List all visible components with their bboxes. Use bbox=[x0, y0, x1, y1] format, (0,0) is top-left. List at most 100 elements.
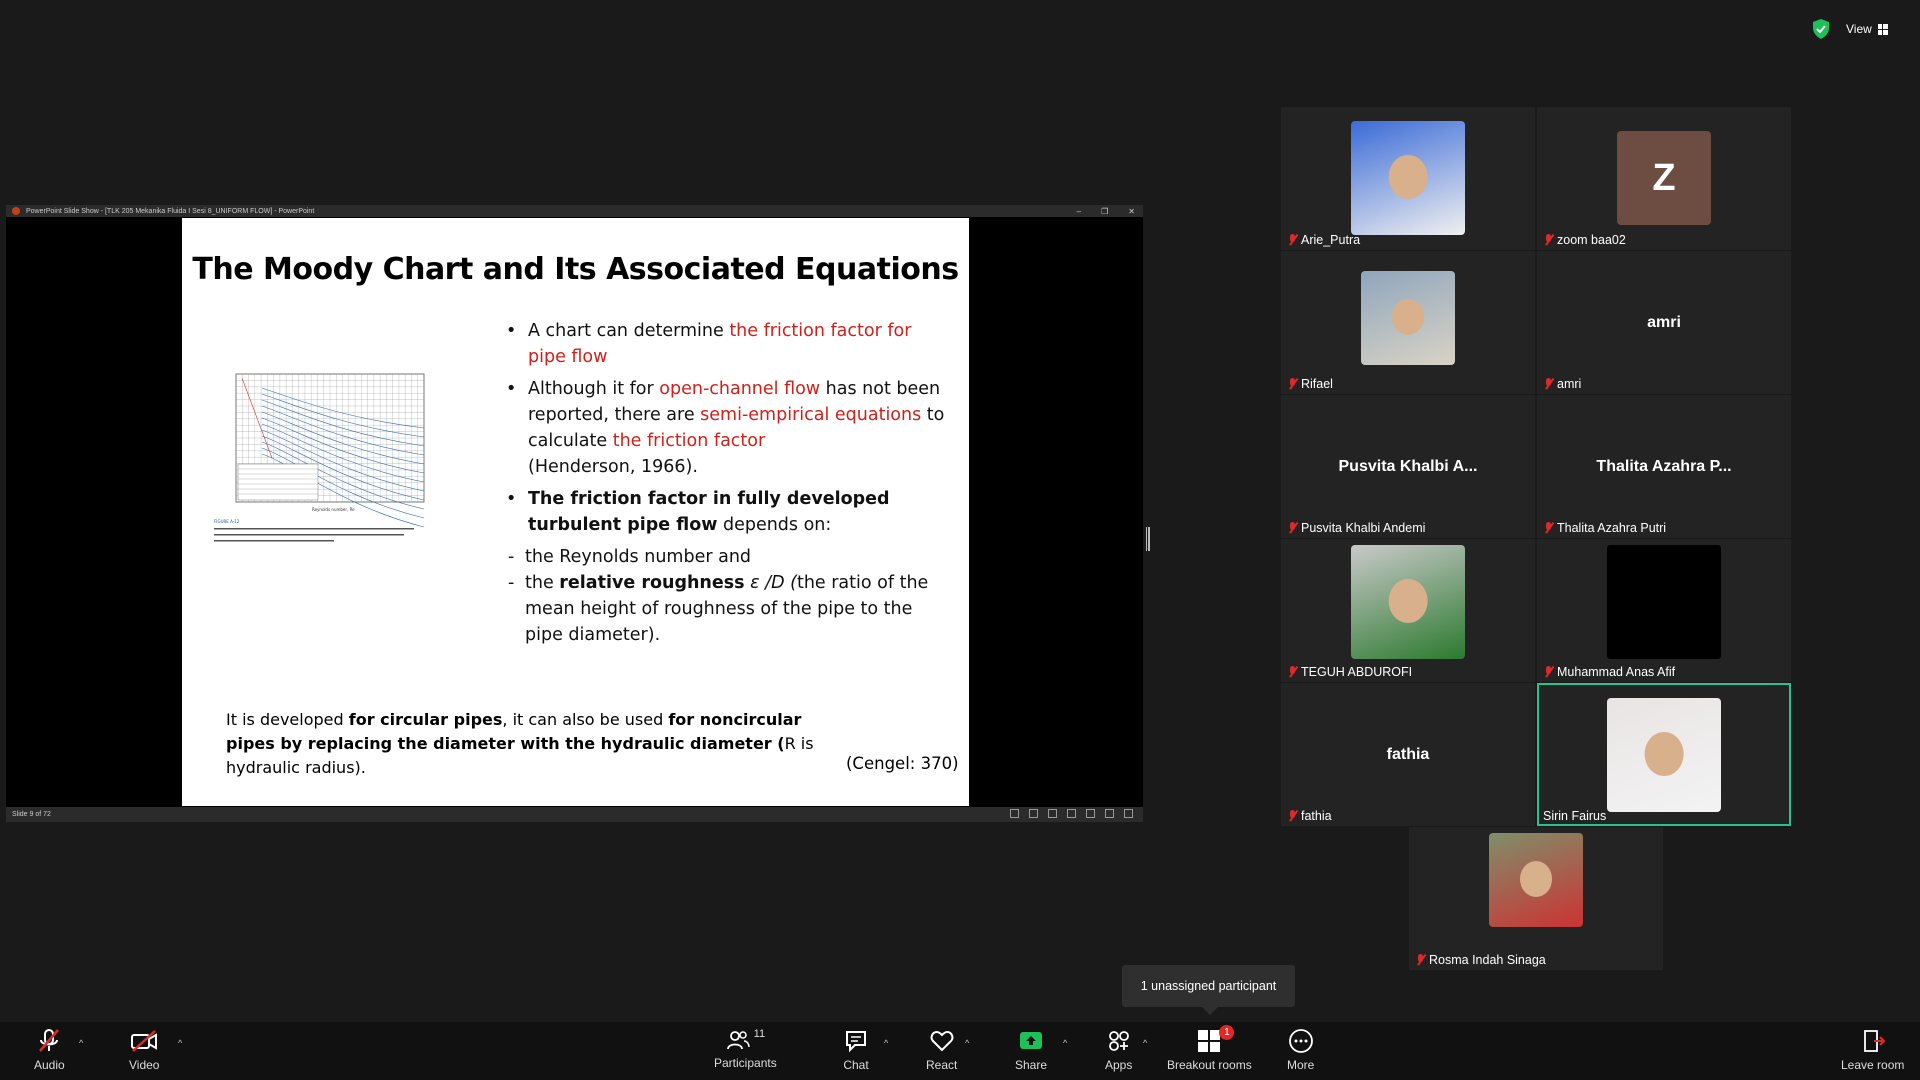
avatar-face bbox=[1520, 861, 1552, 897]
participant-name: amri bbox=[1557, 377, 1582, 391]
participant-tile[interactable]: Zzoom baa02 bbox=[1537, 107, 1791, 250]
participants-icon bbox=[726, 1031, 750, 1050]
share-screen-icon bbox=[1020, 1032, 1043, 1049]
participant-name-label: fathia bbox=[1287, 809, 1332, 823]
video-options-caret[interactable]: ^ bbox=[178, 1038, 182, 1048]
participant-name: Sirin Fairus bbox=[1543, 809, 1607, 823]
breakout-rooms-button[interactable]: 1 Breakout rooms bbox=[1167, 1025, 1252, 1072]
more-label: More bbox=[1287, 1058, 1315, 1072]
mic-muted-icon bbox=[1543, 666, 1554, 678]
slide: The Moody Chart and Its Associated Equat… bbox=[182, 218, 969, 806]
mic-muted-icon bbox=[1287, 522, 1298, 534]
chat-button[interactable]: Chat bbox=[843, 1028, 869, 1072]
close-icon: ✕ bbox=[1128, 206, 1135, 216]
bullet-2: • Although it for open-channel flow has n… bbox=[506, 379, 945, 477]
react-label: React bbox=[926, 1058, 958, 1072]
chat-icon bbox=[846, 1031, 866, 1053]
participant-name-label: Pusvita Khalbi Andemi bbox=[1287, 521, 1425, 535]
display-name: amri bbox=[1647, 313, 1681, 331]
display-name: Pusvita Khalbi A... bbox=[1338, 457, 1478, 475]
participants-label: Participants bbox=[714, 1056, 777, 1070]
sub-bullet-2: - the relative roughness ε /D (the ratio … bbox=[508, 573, 929, 645]
participant-tile[interactable]: amri amri bbox=[1537, 251, 1791, 394]
participant-tile[interactable]: fathia fathia bbox=[1281, 683, 1535, 826]
participant-tile[interactable]: Thalita Azahra P... Thalita Azahra Putri bbox=[1537, 395, 1791, 538]
apps-button[interactable]: Apps bbox=[1105, 1028, 1132, 1072]
chat-options-caret[interactable]: ^ bbox=[884, 1038, 888, 1048]
apps-label: Apps bbox=[1105, 1058, 1133, 1072]
status-icon[interactable] bbox=[1029, 809, 1038, 818]
avatar-face bbox=[1388, 579, 1428, 623]
mic-muted-icon bbox=[1287, 810, 1298, 822]
participant-tile[interactable]: Muhammad Anas Afif bbox=[1537, 539, 1791, 682]
participants-button[interactable]: 11 Participants bbox=[714, 1028, 777, 1070]
slide-counter: Slide 9 of 72 bbox=[12, 811, 51, 818]
avatar-face bbox=[1644, 732, 1684, 776]
participant-tile[interactable]: Arie_Putra bbox=[1281, 107, 1535, 250]
react-options-caret[interactable]: ^ bbox=[965, 1038, 969, 1048]
participant-tile[interactable]: TEGUH ABDUROFI bbox=[1281, 539, 1535, 682]
participant-name: zoom baa02 bbox=[1557, 233, 1626, 247]
video-off-icon bbox=[131, 1030, 158, 1052]
mic-muted-icon bbox=[1543, 234, 1554, 246]
participant-name: Thalita Azahra Putri bbox=[1557, 521, 1667, 535]
display-name: fathia bbox=[1386, 745, 1430, 763]
participant-name-label: Rosma Indah Sinaga bbox=[1415, 953, 1546, 967]
participant-tile[interactable]: Sirin Fairus bbox=[1537, 683, 1791, 826]
audio-options-caret[interactable]: ^ bbox=[79, 1038, 83, 1048]
more-button[interactable]: More bbox=[1287, 1028, 1314, 1072]
participant-gallery: Arie_Putra Zzoom baa02 Rifael amri amri Pusvi… bbox=[1281, 107, 1793, 970]
mic-muted-icon bbox=[1543, 378, 1554, 390]
bullet-1: • A chart can determine the friction fact… bbox=[506, 321, 912, 367]
participants-count: 11 bbox=[753, 1028, 766, 1040]
audio-button[interactable]: Audio bbox=[34, 1028, 65, 1072]
participant-name: fathia bbox=[1301, 809, 1332, 823]
mic-muted-icon bbox=[39, 1029, 60, 1052]
participant-name: Arie_Putra bbox=[1301, 233, 1361, 247]
window-controls: – ❐ ✕ bbox=[1077, 205, 1135, 217]
share-options-caret[interactable]: ^ bbox=[1063, 1038, 1067, 1048]
participant-tile[interactable]: Rosma Indah Sinaga bbox=[1409, 827, 1663, 970]
apps-options-caret[interactable]: ^ bbox=[1143, 1038, 1147, 1048]
react-button[interactable]: React bbox=[926, 1028, 957, 1072]
leave-room-button[interactable]: Leave room bbox=[1841, 1028, 1904, 1072]
status-icon[interactable] bbox=[1048, 809, 1057, 818]
participant-video bbox=[1361, 271, 1455, 365]
audio-label: Audio bbox=[34, 1058, 65, 1072]
status-icon[interactable] bbox=[1067, 809, 1076, 818]
restore-icon: ❐ bbox=[1101, 206, 1109, 216]
shared-screen[interactable]: PowerPoint Slide Show - [TLK 205 Mekanik… bbox=[6, 205, 1143, 822]
participant-name: Muhammad Anas Afif bbox=[1557, 665, 1676, 679]
participant-video bbox=[1607, 545, 1721, 659]
participant-name-label: Arie_Putra bbox=[1287, 233, 1360, 247]
breakout-label: Breakout rooms bbox=[1167, 1058, 1252, 1072]
apps-icon bbox=[1108, 1031, 1129, 1051]
share-button[interactable]: Share bbox=[1015, 1028, 1047, 1072]
share-label: Share bbox=[1015, 1058, 1048, 1072]
participant-name-label: zoom baa02 bbox=[1543, 233, 1626, 247]
view-button[interactable]: View bbox=[1846, 18, 1888, 40]
participant-tile[interactable]: Rifael bbox=[1281, 251, 1535, 394]
split-divider-handle[interactable] bbox=[1146, 527, 1151, 551]
security-shield-icon[interactable] bbox=[1812, 19, 1830, 39]
status-icon[interactable] bbox=[1086, 809, 1095, 818]
minimize-icon: – bbox=[1076, 206, 1082, 216]
leave-door-icon bbox=[1863, 1030, 1886, 1052]
participant-name-label: Thalita Azahra Putri bbox=[1543, 521, 1666, 535]
video-button[interactable]: Video bbox=[129, 1028, 159, 1072]
participant-name-label: TEGUH ABDUROFI bbox=[1287, 665, 1412, 679]
figure-caption: FIGURE A-12 bbox=[214, 519, 240, 524]
video-label: Video bbox=[129, 1058, 160, 1072]
mic-muted-icon bbox=[1287, 378, 1298, 390]
participant-video bbox=[1607, 698, 1721, 812]
status-icon[interactable] bbox=[1124, 809, 1133, 818]
participant-name: TEGUH ABDUROFI bbox=[1301, 665, 1413, 679]
avatar-face bbox=[1392, 299, 1424, 335]
participant-tile[interactable]: Pusvita Khalbi A... Pusvita Khalbi Andemi bbox=[1281, 395, 1535, 538]
status-icon[interactable] bbox=[1010, 809, 1019, 818]
leave-label: Leave room bbox=[1841, 1058, 1905, 1072]
ppt-statusbar: Slide 9 of 72 bbox=[6, 807, 1143, 822]
bullet-3: • The friction factor in fully developed … bbox=[506, 489, 890, 535]
status-icon[interactable] bbox=[1105, 809, 1114, 818]
slide-footer-text: It is developed for circular pipes, it c… bbox=[226, 710, 814, 777]
